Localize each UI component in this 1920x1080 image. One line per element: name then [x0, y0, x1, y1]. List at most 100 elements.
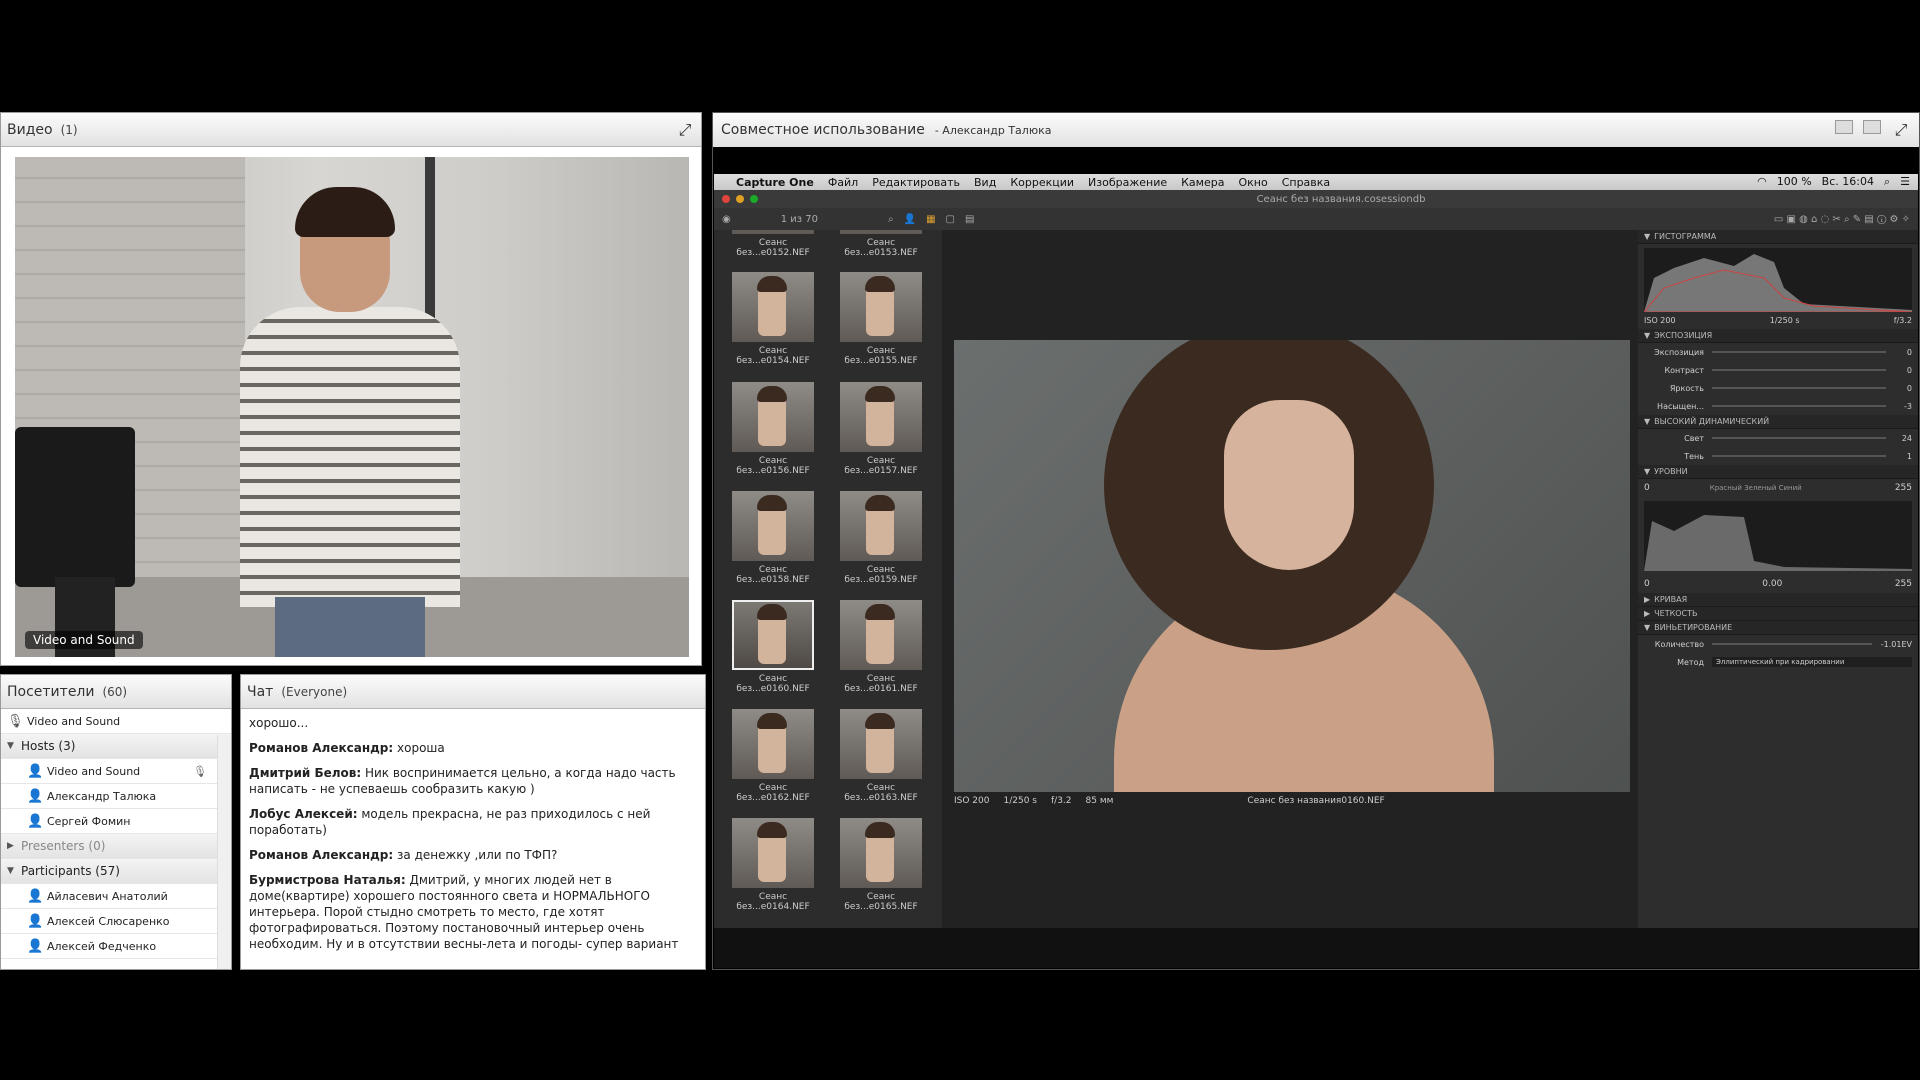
layout-icon[interactable]	[1863, 120, 1881, 134]
exposure-header[interactable]: ▼ ЭКСПОЗИЦИЯ	[1638, 329, 1918, 343]
eye-icon[interactable]: ◉	[722, 214, 731, 225]
attendee-name: Video and Sound	[27, 714, 121, 728]
attendee-row[interactable]: 👤 Алексей Федченко	[1, 934, 231, 959]
attendee-name: Сергей Фомин	[47, 814, 131, 828]
levels-bottom: 0 0.00 255	[1644, 579, 1912, 589]
triangle-down-icon[interactable]: ▼	[7, 741, 21, 751]
contrast-slider[interactable]: Контраст 0	[1638, 361, 1918, 379]
exposure-slider[interactable]: Экспозиция 0	[1638, 343, 1918, 361]
viewer-iso: ISO 200	[954, 796, 990, 806]
participants-group[interactable]: ▼ Participants (57)	[1, 859, 231, 884]
attendee-self[interactable]: 🎙 Video and Sound	[1, 709, 231, 734]
attendee-row[interactable]: 👤 Айласевич Анатолий	[1, 884, 231, 909]
attendees-pod-title: Посетители	[7, 683, 95, 700]
user-icon[interactable]: 👤	[904, 214, 916, 225]
search-icon[interactable]: ⌕	[888, 214, 894, 225]
attendee-name: Алексей Слюсаренко	[47, 914, 170, 928]
battery-status[interactable]: 100 %	[1777, 175, 1812, 189]
levels-header[interactable]: ▼ УРОВНИ	[1638, 465, 1918, 479]
group-label: Participants (57)	[21, 864, 120, 878]
single-view-icon[interactable]: ▢	[946, 214, 955, 225]
thumbnail[interactable]: Сеанс без...e0157.NEF	[832, 378, 930, 476]
filmstrip-icon[interactable]: ▤	[965, 214, 974, 225]
shadow-slider[interactable]: Тень 1	[1638, 447, 1918, 465]
tool-icons[interactable]: ▭ ▣ ◍ ⌂ ◌ ✂ ⌕ ✎ ▤ ⓘ ⚙ ✧	[1774, 214, 1910, 225]
video-pod: Видео (1) ⤢ Video and Sound	[0, 112, 702, 666]
chat-message: хорошо...	[249, 716, 309, 730]
viewer-focal: 85 мм	[1085, 796, 1114, 806]
close-icon[interactable]	[722, 195, 730, 203]
menu-camera[interactable]: Камера	[1181, 176, 1224, 189]
triangle-down-icon[interactable]: ▼	[7, 866, 21, 876]
user-icon: 👤	[27, 788, 44, 804]
thumbnail[interactable]: Сеанс без...e0155.NEF	[832, 268, 930, 366]
chat-message: Романов Александр: хороша	[249, 741, 445, 755]
minimize-icon[interactable]	[736, 195, 744, 203]
histogram-header[interactable]: ▼ ГИСТОГРАММА	[1638, 230, 1918, 244]
search-icon[interactable]: ⌕	[1884, 175, 1890, 189]
fullscreen-icon[interactable]: ⤢	[1891, 120, 1911, 140]
fullscreen-icon[interactable]: ⤢	[675, 120, 695, 140]
app-menu[interactable]: Capture One	[736, 176, 814, 189]
thumbnail[interactable]: Сеанс без...e0161.NEF	[832, 596, 930, 694]
presenters-group[interactable]: ▶ Presenters (0)	[1, 834, 231, 859]
grid-icon[interactable]: ▦	[926, 214, 935, 225]
video-pod-count: (1)	[60, 122, 78, 137]
thumbnail[interactable]: Сеанс без...e0163.NEF	[832, 705, 930, 803]
histogram	[1642, 248, 1913, 313]
clock[interactable]: Вс. 16:04	[1822, 175, 1874, 189]
thumbnail[interactable]: Сеанс без...e0158.NEF	[724, 487, 822, 585]
viewer-filename: Сеанс без названия0160.NEF	[1247, 796, 1385, 806]
attendees-scrollbar[interactable]	[217, 735, 231, 969]
thumbnail[interactable]: Сеанс без...e0154.NEF	[724, 268, 822, 366]
menu-image[interactable]: Изображение	[1088, 176, 1167, 189]
wifi-icon[interactable]: ◠	[1757, 175, 1767, 189]
curve-header[interactable]: ▶ КРИВАЯ	[1638, 593, 1918, 607]
chat-message: Романов Александр: за денежку ,или по ТФ…	[249, 848, 558, 862]
chat-audience[interactable]: (Everyone)	[281, 685, 347, 699]
attendee-row[interactable]: 👤 Александр Талюка	[1, 784, 231, 809]
attendee-name: Александр Талюка	[47, 789, 157, 803]
menu-help[interactable]: Справка	[1282, 176, 1330, 189]
vignetting-amount-slider[interactable]: Количество -1.01EV	[1638, 635, 1918, 653]
triangle-right-icon[interactable]: ▶	[7, 841, 21, 851]
attendee-name: Айласевич Анатолий	[47, 889, 168, 903]
menu-window[interactable]: Окно	[1238, 176, 1267, 189]
thumbnail[interactable]: Сеанс без...e0162.NEF	[724, 705, 822, 803]
attendee-row[interactable]: 👤 Сергей Фомин	[1, 809, 231, 834]
thumbnail[interactable]: Сеанс без...e0152.NEF	[724, 230, 822, 258]
user-icon: 👤	[27, 938, 44, 954]
attendees-pod-header: Посетители (60)	[1, 675, 231, 709]
attendee-row[interactable]: 👤 Алексей Слюсаренко	[1, 909, 231, 934]
hdr-header[interactable]: ▼ ВЫСОКИЙ ДИНАМИЧЕСКИЙ	[1638, 415, 1918, 429]
histogram-info: ISO 200 1/250 s f/3.2	[1644, 316, 1912, 325]
hosts-group[interactable]: ▼ Hosts (3)	[1, 734, 231, 759]
menu-view[interactable]: Вид	[974, 176, 996, 189]
attendees-count: (60)	[102, 684, 128, 699]
main-photo[interactable]	[954, 340, 1630, 792]
levels-top: 0 Красный Зеленый Синий 255	[1644, 483, 1912, 493]
menu-file[interactable]: Файл	[828, 176, 858, 189]
clarity-header[interactable]: ▶ ЧЕТКОСТЬ	[1638, 607, 1918, 621]
vignetting-header[interactable]: ▼ ВИНЬЕТИРОВАНИЕ	[1638, 621, 1918, 635]
levels-histogram[interactable]	[1644, 501, 1912, 571]
layout-icon[interactable]	[1835, 120, 1853, 134]
thumbnail[interactable]: Сеанс без...e0159.NEF	[832, 487, 930, 585]
thumbnail[interactable]: Сеанс без...e0153.NEF	[832, 230, 930, 258]
thumbnail-selected[interactable]: Сеанс без...e0160.NEF	[724, 596, 822, 694]
highlight-slider[interactable]: Свет 24	[1638, 429, 1918, 447]
vignetting-method-select[interactable]: Метод Эллиптический при кадрировании	[1638, 653, 1918, 671]
saturation-slider[interactable]: Насыщен... -3	[1638, 397, 1918, 415]
video-pod-header: Видео (1) ⤢	[1, 113, 701, 147]
thumbnail[interactable]: Сеанс без...e0164.NEF	[724, 814, 822, 912]
attendee-row[interactable]: 👤 Video and Sound 🎙	[1, 759, 231, 784]
thumbnail[interactable]: Сеанс без...e0156.NEF	[724, 378, 822, 476]
menu-adjustments[interactable]: Коррекции	[1010, 176, 1074, 189]
menu-edit[interactable]: Редактировать	[872, 176, 960, 189]
thumbnail[interactable]: Сеанс без...e0165.NEF	[832, 814, 930, 912]
user-icon: 👤	[27, 813, 44, 829]
zoom-icon[interactable]	[750, 195, 758, 203]
tools-panel: ▼ ГИСТОГРАММА ISO 200 1/250 s f/3.2 ▼ ЭК…	[1638, 230, 1918, 928]
list-icon[interactable]: ☰	[1900, 175, 1910, 189]
brightness-slider[interactable]: Яркость 0	[1638, 379, 1918, 397]
